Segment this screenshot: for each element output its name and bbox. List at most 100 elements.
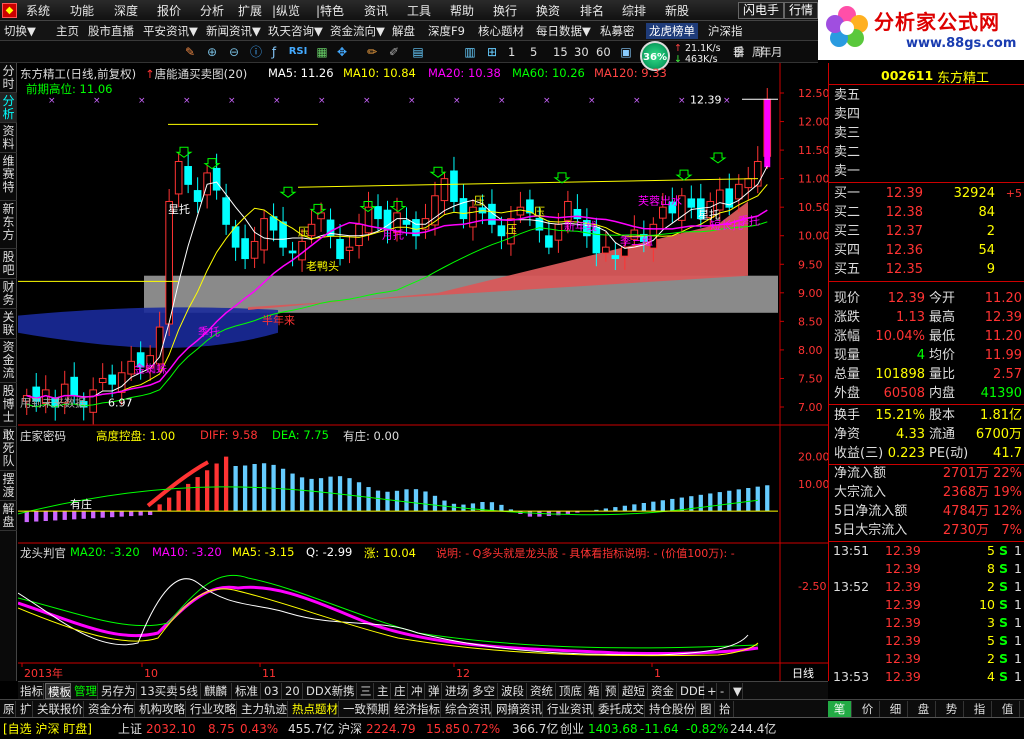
indicator-tab[interactable]: 携 bbox=[341, 683, 357, 699]
news-tab[interactable]: 主力轨迹 bbox=[238, 701, 288, 717]
fx-icon[interactable]: ƒ bbox=[266, 44, 282, 60]
news-tab[interactable]: 拾 bbox=[716, 701, 734, 717]
toolbar-private-fund[interactable]: 私募密 bbox=[600, 23, 635, 39]
market-button[interactable]: 行情 bbox=[784, 2, 819, 19]
menu-extend[interactable]: 扩展 bbox=[238, 3, 262, 19]
left-tab-5[interactable]: 股吧 bbox=[0, 249, 17, 279]
toolbar-jiutian[interactable]: 玖天咨询▼ bbox=[268, 23, 323, 39]
news-tab[interactable]: 原 bbox=[0, 701, 16, 717]
indicator-tab[interactable]: 冲 bbox=[409, 683, 425, 699]
toolbar-dragon-tiger[interactable]: 龙虎榜单 bbox=[646, 23, 698, 39]
period-15min[interactable]: 15 bbox=[553, 44, 568, 60]
indicator-tab[interactable]: 三 bbox=[358, 683, 374, 699]
right-tab[interactable]: 指 bbox=[968, 701, 992, 717]
indicator-tab[interactable]: 指标 bbox=[18, 683, 44, 699]
news-tab[interactable]: 行业攻略 bbox=[187, 701, 237, 717]
indicator-tab[interactable]: + bbox=[705, 683, 717, 699]
left-tab-7[interactable]: 关联 bbox=[0, 309, 17, 339]
edit-icon[interactable]: ✐ bbox=[386, 44, 402, 60]
left-tab-9[interactable]: 股博士 bbox=[0, 383, 17, 427]
right-tab[interactable]: 价 bbox=[856, 701, 880, 717]
menu-tools[interactable]: 工具 bbox=[407, 3, 431, 19]
news-tab[interactable]: 经济指标 bbox=[391, 701, 441, 717]
toolbar-capital-flow[interactable]: 资金流向▼ bbox=[330, 23, 385, 39]
menu-news[interactable]: 资讯 bbox=[364, 3, 388, 19]
info-icon[interactable]: ⓘ bbox=[248, 44, 264, 60]
left-tab-10[interactable]: 敢死队 bbox=[0, 427, 17, 471]
news-tab[interactable]: 一致预期 bbox=[340, 701, 390, 717]
period-year[interactable]: 年 bbox=[760, 44, 772, 60]
period-5min[interactable]: 5 bbox=[530, 44, 537, 60]
indicator-tab[interactable]: 波段 bbox=[499, 683, 527, 699]
indicator-tab[interactable]: 主 bbox=[375, 683, 391, 699]
indicator-tab[interactable]: 03 bbox=[262, 683, 282, 699]
menu-function[interactable]: 功能 bbox=[70, 3, 94, 19]
indicator-tab[interactable]: DDX新 bbox=[304, 683, 343, 699]
indicator-tab[interactable]: - bbox=[718, 683, 730, 699]
menu-depth[interactable]: 深度 bbox=[114, 3, 138, 19]
zoom-in-icon[interactable]: ⊕ bbox=[204, 44, 220, 60]
indicator-tab[interactable]: 庄 bbox=[392, 683, 408, 699]
toolbar-home[interactable]: 主页 bbox=[56, 23, 79, 39]
indicator-tab[interactable]: 资统 bbox=[528, 683, 556, 699]
kline-chart-area[interactable]: 12.50 12.00 11.50 11.00 10.50 10.00 9.50 9.00 8.… bbox=[18, 63, 828, 681]
indicator-tab[interactable]: 另存为 bbox=[99, 683, 137, 699]
indicator-tab[interactable]: 13买卖 bbox=[138, 683, 178, 699]
indicator-tab[interactable]: 超短 bbox=[620, 683, 648, 699]
kline-chart-svg[interactable]: 12.50 12.00 11.50 11.00 10.50 10.00 9.50 9.00 8.… bbox=[18, 63, 828, 681]
news-tab[interactable]: 资金分布 bbox=[85, 701, 135, 717]
left-tab-3[interactable]: 维赛特 bbox=[0, 153, 17, 201]
indicator-tab[interactable]: 20 bbox=[283, 683, 303, 699]
news-tab[interactable]: 机构攻略 bbox=[136, 701, 186, 717]
toolbar-hs-index[interactable]: 沪深指 bbox=[708, 23, 743, 39]
indicator-tab[interactable]: 进场 bbox=[443, 683, 469, 699]
indicator-tab[interactable]: 资金 bbox=[649, 683, 677, 699]
news-tab[interactable]: 扩 bbox=[17, 701, 33, 717]
toolbar-daily-data[interactable]: 每日数据▼ bbox=[536, 23, 591, 39]
menu-switch[interactable]: 换资 bbox=[536, 3, 560, 19]
left-tab-6[interactable]: 财务 bbox=[0, 279, 17, 309]
left-tab-11[interactable]: 摆渡 bbox=[0, 471, 17, 501]
chart-mini-icon[interactable]: ▤ bbox=[410, 44, 426, 60]
indicator-tab[interactable]: 管理 bbox=[72, 683, 98, 699]
market-label[interactable]: [自选 沪深 盯盘] bbox=[3, 721, 92, 737]
right-tab[interactable]: 笔 bbox=[828, 701, 852, 717]
indicator-tab[interactable]: 顶底 bbox=[557, 683, 585, 699]
period-season[interactable]: 季 bbox=[733, 44, 745, 60]
toolbar-news[interactable]: 新闻资讯▼ bbox=[206, 23, 261, 39]
indicator-tab[interactable]: 模板 bbox=[45, 683, 71, 699]
pencil-icon[interactable]: ✏ bbox=[364, 44, 380, 60]
ruler-icon[interactable]: ⊞ bbox=[484, 44, 500, 60]
toolbar-switch[interactable]: 切换▼ bbox=[4, 23, 36, 39]
left-tab-4[interactable]: 新东方 bbox=[0, 201, 17, 249]
menu-wrap[interactable]: 换行 bbox=[493, 3, 517, 19]
toolbar-live[interactable]: 股市直播 bbox=[88, 23, 134, 39]
indicator-tab[interactable]: 箱 bbox=[586, 683, 602, 699]
calendar-icon[interactable]: ▣ bbox=[618, 44, 634, 60]
left-tab-0[interactable]: 分时 bbox=[0, 63, 17, 93]
toolbar-depth-f9[interactable]: 深度F9 bbox=[428, 23, 465, 39]
period-month[interactable]: 月 bbox=[771, 44, 783, 60]
period-60min[interactable]: 60 bbox=[596, 44, 611, 60]
menu-system[interactable]: 系统 bbox=[26, 3, 50, 19]
left-tab-1[interactable]: 分析 bbox=[0, 93, 17, 123]
stock-code[interactable]: 002611 bbox=[881, 68, 933, 83]
pen-icon[interactable]: ✎ bbox=[182, 44, 198, 60]
menu-analysis[interactable]: 分析 bbox=[200, 3, 224, 19]
candle-icon[interactable]: ▥ bbox=[462, 44, 478, 60]
toolbar-commentary[interactable]: 解盘 bbox=[392, 23, 415, 39]
menu-ipo[interactable]: 新股 bbox=[665, 3, 689, 19]
period-1min[interactable]: 1 bbox=[508, 44, 515, 60]
right-tab[interactable]: 势 bbox=[940, 701, 964, 717]
indicator-tab[interactable]: 多空 bbox=[470, 683, 498, 699]
indicator-tab[interactable]: 麒麟 bbox=[202, 683, 232, 699]
toolbar-core-topics[interactable]: 核心题材 bbox=[478, 23, 524, 39]
news-tab[interactable]: 综合资讯 bbox=[442, 701, 492, 717]
left-tab-2[interactable]: 资料 bbox=[0, 123, 17, 153]
news-tab[interactable]: 图 bbox=[697, 701, 715, 717]
menu-help[interactable]: 帮助 bbox=[450, 3, 474, 19]
period-30min[interactable]: 30 bbox=[574, 44, 589, 60]
right-tab[interactable]: 细 bbox=[884, 701, 908, 717]
indicator-tab[interactable]: 5线 bbox=[177, 683, 201, 699]
menu-rank-all[interactable]: 综排 bbox=[622, 3, 646, 19]
